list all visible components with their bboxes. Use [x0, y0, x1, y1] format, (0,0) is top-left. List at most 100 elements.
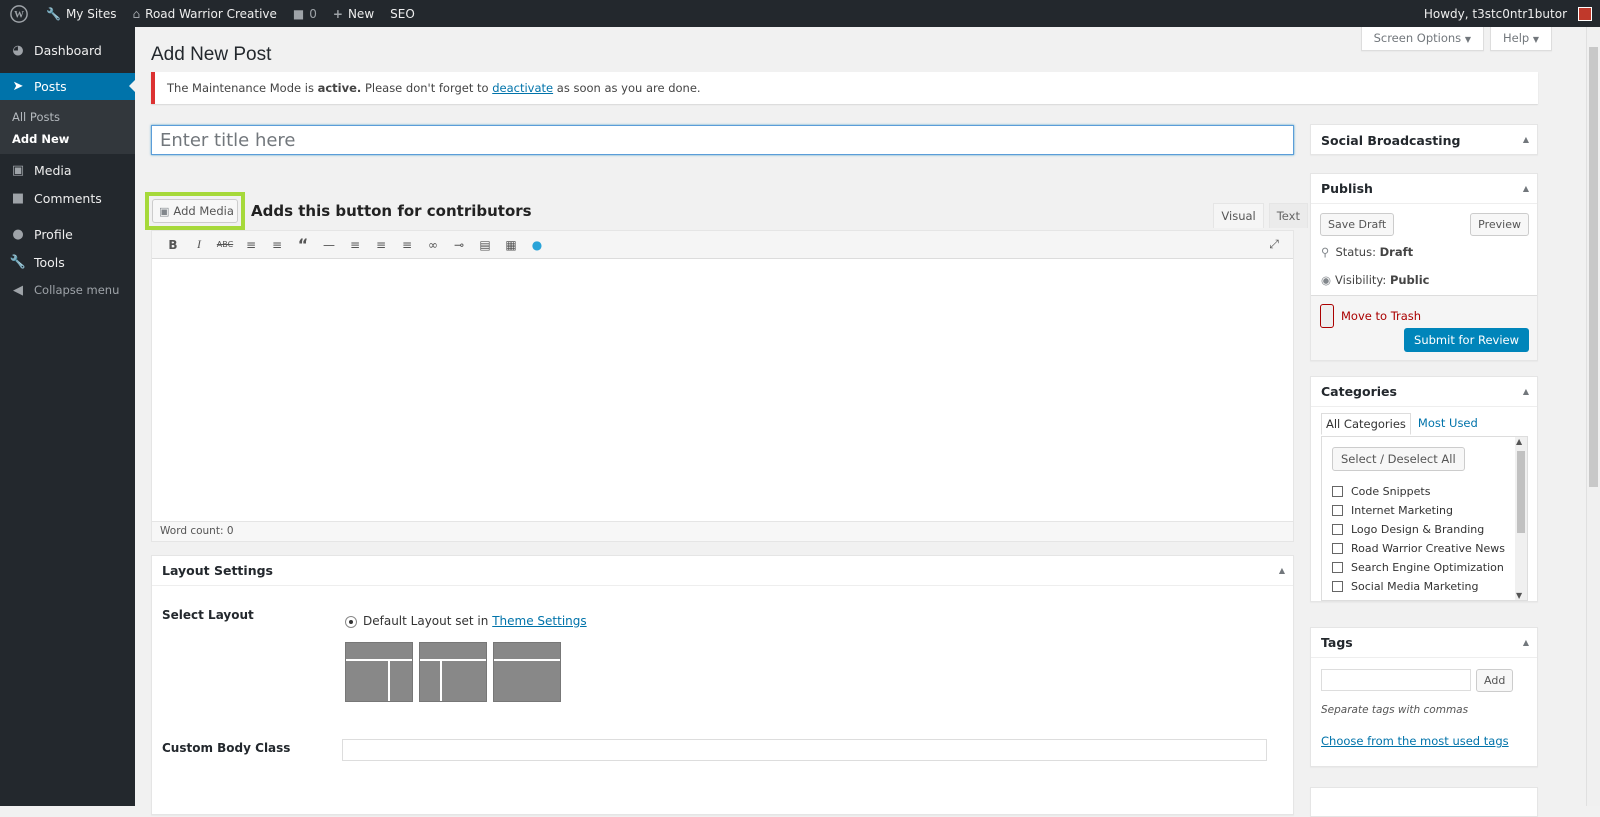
svg-text:W: W — [14, 9, 24, 20]
category-checkbox[interactable] — [1332, 581, 1343, 592]
wrench-icon: 🔧 — [9, 254, 27, 270]
italic-icon[interactable]: I — [186, 232, 212, 258]
add-tag-button[interactable]: Add — [1476, 669, 1514, 692]
categories-heading[interactable]: Categories — [1311, 377, 1537, 407]
seo-menu[interactable]: SEO — [382, 0, 423, 27]
comment-bubble-icon: ■ — [292, 6, 305, 21]
choose-most-used-tags-link[interactable]: Choose from the most used tags — [1321, 734, 1509, 748]
submit-for-review-button[interactable]: Submit for Review — [1404, 328, 1529, 352]
social-broadcasting-heading[interactable]: Social Broadcasting — [1311, 125, 1537, 155]
twitter-bird-icon[interactable]: ● — [524, 232, 550, 258]
horizontal-line-icon[interactable]: — — [316, 232, 342, 258]
tab-most-used[interactable]: Most Used — [1411, 413, 1485, 435]
bold-icon[interactable]: B — [160, 232, 186, 258]
strikethrough-icon[interactable]: ABC — [212, 232, 238, 258]
category-checkbox[interactable] — [1332, 486, 1343, 497]
deactivate-link[interactable]: deactivate — [492, 81, 553, 95]
sidebar-item-label: Posts — [34, 79, 67, 94]
my-sites-menu[interactable]: 🔧 My Sites — [38, 0, 125, 27]
status-row: ⚲ Status: Draft — [1321, 245, 1413, 259]
avatar — [1578, 6, 1592, 21]
help-button[interactable]: Help ▼ — [1489, 27, 1552, 51]
category-item[interactable]: Internet Marketing — [1332, 501, 1505, 520]
sidebar-item-posts[interactable]: ➤ Posts — [0, 73, 135, 100]
sidebar-item-media[interactable]: ▣ Media — [0, 156, 135, 184]
fullscreen-icon[interactable]: ⤢ — [1261, 232, 1287, 258]
publish-actions: Move to Trash Submit for Review — [1311, 295, 1537, 360]
layout-thumbnail-full-width[interactable] — [493, 642, 561, 702]
sidebar-item-tools[interactable]: 🔧 Tools — [0, 248, 135, 276]
insert-link-icon[interactable]: ∞ — [420, 232, 446, 258]
tag-input[interactable] — [1321, 669, 1471, 691]
radio-button[interactable] — [345, 615, 357, 628]
layout-thumbnail-sidebar-content[interactable] — [419, 642, 487, 702]
category-checkbox[interactable] — [1332, 543, 1343, 554]
category-scrollbar[interactable]: ▲ ▼ — [1515, 437, 1527, 600]
comments-menu[interactable]: ■ 0 — [285, 0, 325, 27]
sidebar-item-profile[interactable]: ● Profile — [0, 220, 135, 248]
category-item[interactable]: Code Snippets — [1332, 482, 1505, 501]
page-scrollbar-thumb[interactable] — [1589, 47, 1598, 487]
publish-heading[interactable]: Publish — [1311, 174, 1537, 204]
visibility-label: Visibility: — [1335, 273, 1387, 287]
toolbar-toggle-icon[interactable]: ▦ — [498, 232, 524, 258]
numbered-list-icon[interactable]: ≡ — [264, 232, 290, 258]
category-item[interactable]: Search Engine Optimization — [1332, 558, 1505, 577]
collapse-arrow-icon[interactable]: ▲ — [1523, 184, 1529, 193]
submenu-add-new[interactable]: Add New — [0, 128, 135, 150]
new-content-menu[interactable]: + New — [325, 0, 382, 27]
category-label: Search Engine Optimization — [1351, 561, 1504, 574]
unlink-icon[interactable]: ⊸ — [446, 232, 472, 258]
layout-settings-heading[interactable]: Layout Settings — [152, 556, 1293, 586]
wordpress-logo-icon[interactable]: W — [0, 0, 38, 27]
tab-text[interactable]: Text — [1268, 203, 1308, 228]
category-checkbox[interactable] — [1332, 524, 1343, 535]
select-deselect-all-button[interactable]: Select / Deselect All — [1332, 447, 1465, 471]
pin-icon: ⚲ — [1321, 245, 1330, 259]
submenu-all-posts[interactable]: All Posts — [0, 106, 135, 128]
howdy-label: Howdy, t3stc0ntr1butor — [1423, 6, 1567, 21]
screen-options-button[interactable]: Screen Options ▼ — [1360, 27, 1484, 51]
collapse-arrow-icon[interactable]: ▲ — [1523, 638, 1529, 647]
move-to-trash-link[interactable]: Move to Trash — [1341, 309, 1421, 323]
categories-box: Categories ▲ All Categories Most Used Se… — [1310, 376, 1538, 602]
category-checkbox[interactable] — [1332, 505, 1343, 516]
align-left-icon[interactable]: ≡ — [342, 232, 368, 258]
new-label: New — [347, 6, 375, 21]
page-scrollbar[interactable] — [1586, 27, 1600, 806]
scrollbar-thumb[interactable] — [1517, 451, 1525, 533]
read-more-icon[interactable]: ▤ — [472, 232, 498, 258]
add-media-button[interactable]: ▣ Add Media — [152, 199, 238, 223]
category-checkbox[interactable] — [1332, 562, 1343, 573]
screen-options-label: Screen Options — [1373, 31, 1462, 45]
save-draft-button[interactable]: Save Draft — [1320, 213, 1395, 236]
collapse-arrow-icon[interactable]: ▲ — [1279, 566, 1285, 575]
align-center-icon[interactable]: ≡ — [368, 232, 394, 258]
tab-all-categories[interactable]: All Categories — [1321, 413, 1411, 435]
category-item[interactable]: Logo Design & Branding — [1332, 520, 1505, 539]
category-item[interactable]: Social Media Marketing — [1332, 577, 1505, 596]
category-item[interactable]: Road Warrior Creative News — [1332, 539, 1505, 558]
blockquote-icon[interactable]: “ — [290, 232, 316, 258]
bullet-list-icon[interactable]: ≡ — [238, 232, 264, 258]
collapse-arrow-icon[interactable]: ▲ — [1523, 135, 1529, 144]
eye-icon: ◉ — [1321, 273, 1332, 287]
account-menu[interactable]: Howdy, t3stc0ntr1butor — [1416, 0, 1600, 27]
post-title-input[interactable]: Enter title here — [151, 125, 1294, 155]
custom-body-class-input[interactable] — [342, 739, 1267, 761]
default-layout-option[interactable]: Default Layout set in Theme Settings — [345, 614, 587, 628]
sidebar-item-dashboard[interactable]: ◕ Dashboard — [0, 36, 135, 64]
tab-visual[interactable]: Visual — [1213, 203, 1264, 228]
editor-body[interactable] — [152, 259, 1293, 521]
tags-heading[interactable]: Tags — [1311, 628, 1537, 658]
layout-thumbnail-content-sidebar[interactable] — [345, 642, 413, 702]
collapse-arrow-icon[interactable]: ▲ — [1523, 387, 1529, 396]
sidebar-item-comments[interactable]: ■ Comments — [0, 184, 135, 212]
theme-settings-link[interactable]: Theme Settings — [492, 614, 586, 628]
align-right-icon[interactable]: ≡ — [394, 232, 420, 258]
preview-button[interactable]: Preview — [1470, 213, 1529, 236]
site-name-menu[interactable]: ⌂ Road Warrior Creative — [125, 0, 285, 27]
scroll-down-icon[interactable]: ▼ — [1516, 591, 1522, 600]
collapse-menu-button[interactable]: ◀ Collapse menu — [0, 276, 135, 304]
scroll-up-icon[interactable]: ▲ — [1516, 437, 1522, 446]
